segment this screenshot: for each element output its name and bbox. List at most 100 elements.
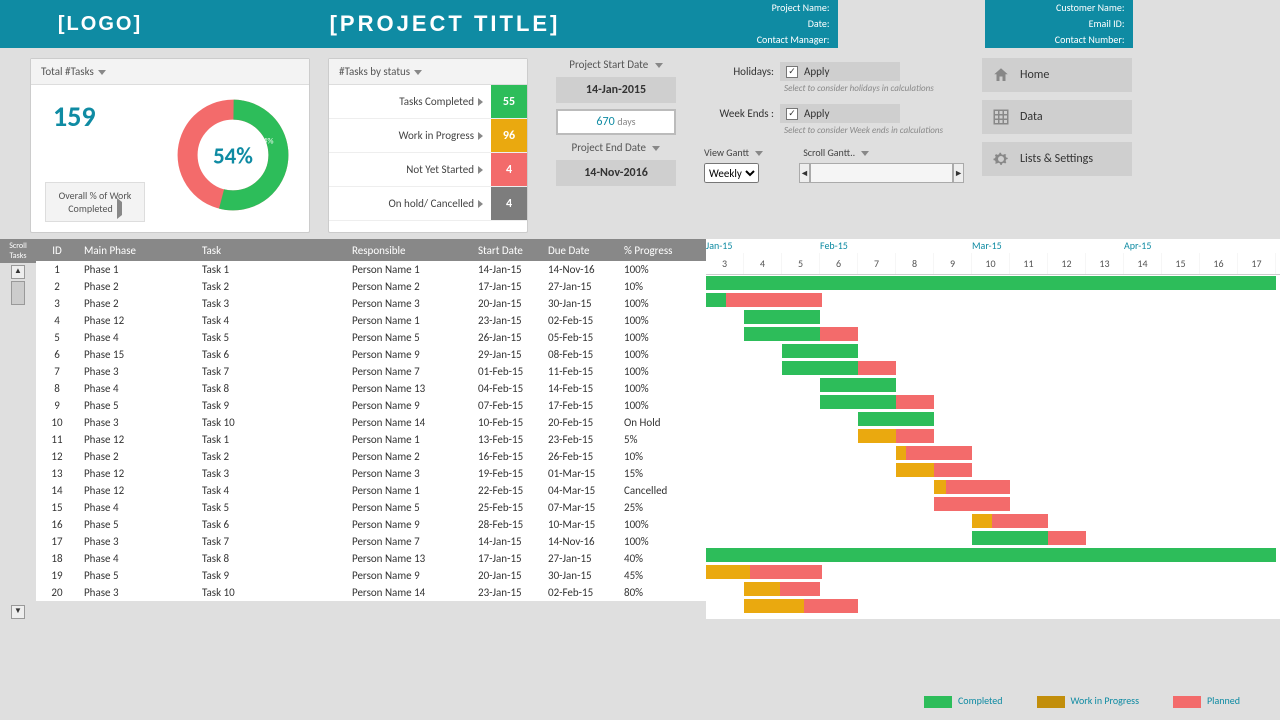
home-button[interactable]: Home [982,58,1132,92]
card-tasks-by-status: #Tasks by status Tasks Completed 55Work … [328,58,528,233]
scroll-track[interactable] [810,163,953,183]
gantt-row [706,564,1280,581]
status-row[interactable]: On hold/ Cancelled 4 [329,187,527,221]
status-row[interactable]: Not Yet Started 4 [329,153,527,187]
lists-settings-button[interactable]: Lists & Settings [982,142,1132,176]
gantt-bar [706,565,750,579]
day-label: 3 [706,253,744,274]
gantt-row [706,530,1280,547]
gantt-row [706,292,1280,309]
gantt-row [706,343,1280,360]
gantt-bar [934,497,1010,511]
view-gantt-dropdown[interactable]: View Gantt [704,146,763,159]
status-row[interactable]: Tasks Completed 55 [329,85,527,119]
gantt-bar [750,565,822,579]
options-panel: Holidays: ✓Apply Select to consider holi… [704,58,964,233]
checkbox-icon[interactable]: ✓ [786,66,798,78]
scroll-left-button[interactable]: ◄ [799,163,810,183]
table-row[interactable]: 8Phase 4Task 8Person Name 1304-Feb-1514-… [36,380,706,397]
table-row[interactable]: 6Phase 15Task 6Person Name 929-Jan-1508-… [36,346,706,363]
total-tasks-dropdown[interactable]: Total #Tasks [31,59,309,85]
start-date-dropdown[interactable]: Project Start Date [569,58,662,71]
gantt-row [706,411,1280,428]
gantt-chart: Jan-15Feb-15Mar-15Apr-15 345678910111213… [706,239,1280,619]
gantt-bar [858,429,896,443]
scroll-thumb[interactable] [11,281,25,305]
gantt-bar [972,514,992,528]
day-label: 7 [858,253,896,274]
status-row[interactable]: Work in Progress 96 [329,119,527,153]
card-total-tasks: Total #Tasks 159 54% 46% 54% Overall % o… [30,58,310,233]
day-label: 6 [820,253,858,274]
caret-down-icon [98,70,106,75]
weekends-apply-button[interactable]: ✓Apply [780,104,900,123]
table-row[interactable]: 10Phase 3Task 10Person Name 1410-Feb-152… [36,414,706,431]
day-label: 5 [782,253,820,274]
gantt-bar [972,531,1048,545]
header: [LOGO] [PROJECT TITLE] Project Name: Dat… [0,0,1280,48]
data-button[interactable]: Data [982,100,1132,134]
table-row[interactable]: 17Phase 3Task 7Person Name 714-Jan-1514-… [36,533,706,550]
table-row[interactable]: 11Phase 12Task 1Person Name 113-Feb-1523… [36,431,706,448]
grid-icon [992,108,1010,126]
overall-percent-dropdown[interactable]: Overall % of Work Completed [45,182,145,222]
scroll-up-button[interactable]: ▲ [11,265,25,279]
table-row[interactable]: 16Phase 5Task 6Person Name 928-Feb-1510-… [36,516,706,533]
gantt-bar [780,582,820,596]
table-row[interactable]: 15Phase 4Task 5Person Name 525-Feb-1507-… [36,499,706,516]
gantt-bar [992,514,1048,528]
gantt-row [706,445,1280,462]
end-date-dropdown[interactable]: Project End Date [572,141,661,154]
month-label: Jan-15 [706,239,732,252]
scroll-tasks-label: Scroll Tasks [0,239,36,263]
month-label: Feb-15 [820,239,848,252]
table-row[interactable]: 7Phase 3Task 7Person Name 701-Feb-1511-F… [36,363,706,380]
gantt-row [706,326,1280,343]
table-row[interactable]: 3Phase 2Task 3Person Name 320-Jan-1530-J… [36,295,706,312]
view-mode-select[interactable]: Weekly [704,163,759,183]
table-row[interactable]: 20Phase 3Task 10Person Name 1423-Jan-150… [36,584,706,601]
scroll-right-button[interactable]: ► [953,163,964,183]
caret-down-icon [655,63,663,68]
day-label: 10 [972,253,1010,274]
table-row[interactable]: 13Phase 12Task 3Person Name 319-Feb-1501… [36,465,706,482]
scroll-down-button[interactable]: ▼ [11,605,25,619]
gantt-bar [726,293,822,307]
holidays-apply-button[interactable]: ✓Apply [780,62,900,81]
status-dropdown[interactable]: #Tasks by status [329,59,527,85]
gantt-bar [896,446,906,460]
table-row[interactable]: 9Phase 5Task 9Person Name 907-Feb-1517-F… [36,397,706,414]
table-row[interactable]: 4Phase 12Task 4Person Name 123-Jan-1502-… [36,312,706,329]
label-date: Date: [690,16,838,32]
gantt-row [706,360,1280,377]
tasks-table: IDMain PhaseTaskResponsibleStart DateDue… [36,239,706,619]
gantt-bar [706,548,1276,562]
gantt-bar [744,582,780,596]
logo: [LOGO] [0,13,200,36]
project-title: [PROJECT TITLE] [200,11,690,37]
table-row[interactable]: 19Phase 5Task 9Person Name 920-Jan-1530-… [36,567,706,584]
scroll-tasks-column: Scroll Tasks ▲ ▼ [0,239,36,619]
scroll-gantt-dropdown[interactable]: Scroll Gantt.. [803,146,869,159]
day-label: 9 [934,253,972,274]
table-row[interactable]: 5Phase 4Task 5Person Name 526-Jan-1505-F… [36,329,706,346]
table-row[interactable]: 14Phase 12Task 4Person Name 122-Feb-1504… [36,482,706,499]
checkbox-icon[interactable]: ✓ [786,108,798,120]
table-row[interactable]: 12Phase 2Task 2Person Name 216-Feb-1526-… [36,448,706,465]
gantt-bar [906,446,972,460]
legend: Completed Work in Progress Planned [924,694,1240,708]
gantt-row [706,377,1280,394]
table-row[interactable]: 18Phase 4Task 8Person Name 1317-Jan-1527… [36,550,706,567]
gantt-row [706,462,1280,479]
month-label: Mar-15 [972,239,1002,252]
legend-swatch-wip [1037,696,1065,708]
table-row[interactable]: 1Phase 1Task 1Person Name 114-Jan-1514-N… [36,261,706,278]
gantt-row [706,275,1280,292]
label-contact-number: Contact Number: [985,32,1133,48]
caret-right-icon [117,198,122,219]
table-row[interactable]: 2Phase 2Task 2Person Name 217-Jan-1527-J… [36,278,706,295]
caret-down-icon [652,146,660,151]
gantt-bar [946,480,1010,494]
end-date-value: 14-Nov-2016 [556,160,676,186]
weekends-note: Select to consider Week ends in calculat… [784,125,964,136]
